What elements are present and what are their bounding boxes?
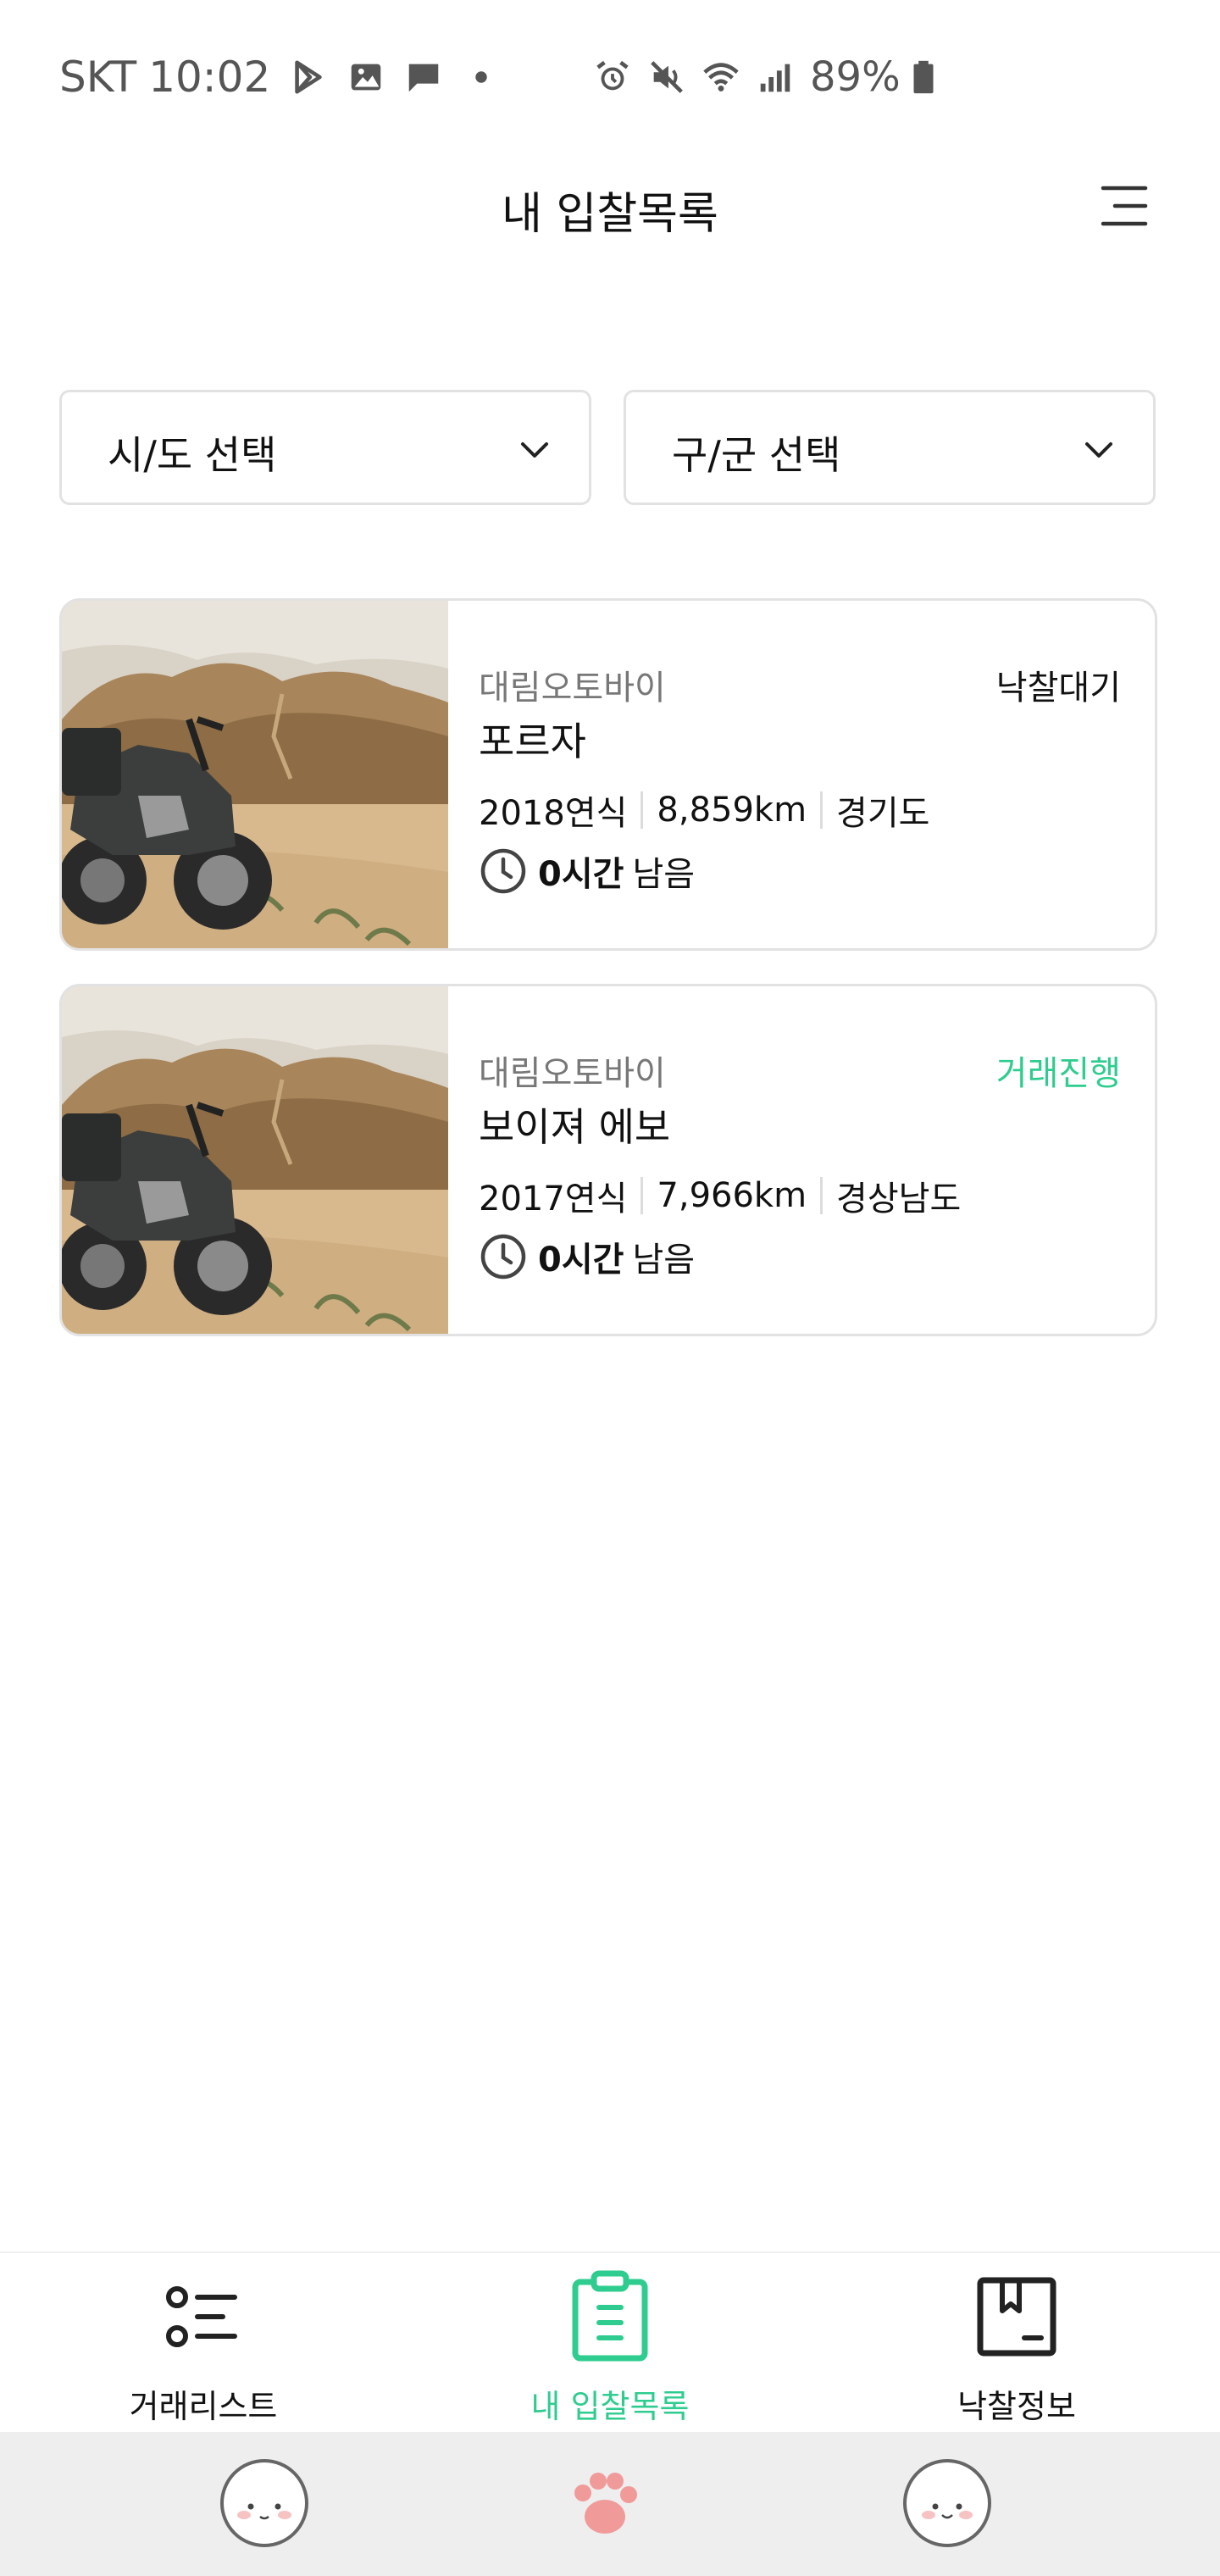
district-select-label: 구/군 선택	[672, 432, 841, 478]
system-nav-bar	[0, 2432, 1220, 2576]
time-remaining-suffix: 남음	[632, 855, 696, 894]
signal-icon	[756, 58, 795, 97]
model-year: 2018연식	[479, 794, 628, 833]
page-title: 내 입찰목록	[502, 189, 718, 240]
status-bar: SKT 10:02 89%	[0, 0, 1220, 144]
bottom-nav: 거래리스트 내 입찰목록 낙찰정보	[0, 2251, 1220, 2434]
carrier-label: SKT	[59, 53, 137, 102]
face-left-icon[interactable]	[214, 2451, 315, 2552]
model-name: 포르자	[479, 719, 586, 764]
time-remaining-suffix: 남음	[632, 1241, 696, 1280]
hamburger-menu-icon[interactable]	[1093, 176, 1152, 236]
motorcycle-photo	[62, 601, 448, 948]
chevron-down-icon	[516, 431, 553, 469]
nav-item-trade-list[interactable]: 거래리스트	[0, 2253, 407, 2434]
battery-icon	[904, 58, 943, 97]
status-badge: 거래진행	[995, 1054, 1121, 1093]
battery-percent: 89%	[810, 53, 901, 101]
divider	[640, 791, 644, 829]
time-remaining: 0시간 남음	[479, 1232, 695, 1281]
nav-label: 내 입찰목록	[530, 2388, 690, 2425]
app-header: 내 입찰목록	[0, 144, 1220, 288]
paw-icon[interactable]	[554, 2451, 656, 2552]
dealer-name: 대림오토바이	[479, 669, 666, 708]
status-bar-left: SKT 10:02	[59, 47, 501, 107]
region: 경기도	[836, 794, 930, 833]
district-select[interactable]: 구/군 선택	[624, 390, 1156, 505]
chevron-down-icon	[1080, 431, 1117, 469]
message-icon	[404, 58, 443, 97]
listing-info: 대림오토바이 낙찰대기 포르자 2018연식 8,859km 경기도 0시간 남…	[479, 601, 1155, 948]
listing-card[interactable]: 대림오토바이 낙찰대기 포르자 2018연식 8,859km 경기도 0시간 남…	[59, 598, 1157, 951]
mileage: 7,966km	[657, 1176, 807, 1215]
specs-row: 2018연식 8,859km 경기도	[479, 786, 929, 835]
nav-label: 낙찰정보	[957, 2388, 1076, 2425]
list-icon	[157, 2270, 250, 2363]
divider	[820, 1177, 824, 1214]
city-select-label: 시/도 선택	[108, 432, 277, 478]
dot-icon	[462, 58, 501, 97]
nav-item-my-bids[interactable]: 내 입찰목록	[407, 2253, 813, 2434]
gallery-icon	[347, 58, 385, 97]
nav-label: 거래리스트	[129, 2388, 278, 2425]
city-select[interactable]: 시/도 선택	[59, 390, 591, 505]
dealer-name: 대림오토바이	[479, 1054, 666, 1093]
listing-card[interactable]: 대림오토바이 거래진행 보이져 에보 2017연식 7,966km 경상남도 0…	[59, 984, 1157, 1336]
alarm-icon	[593, 58, 632, 97]
nav-item-won-info[interactable]: 낙찰정보	[813, 2253, 1220, 2434]
face-right-icon[interactable]	[896, 2451, 998, 2552]
time-remaining-value: 0시간	[538, 855, 624, 894]
play-store-icon	[289, 58, 328, 97]
clock-icon	[479, 847, 528, 896]
status-bar-right: 89%	[593, 47, 943, 107]
time-remaining-value: 0시간	[538, 1241, 624, 1280]
region: 경상남도	[836, 1180, 962, 1219]
listing-info: 대림오토바이 거래진행 보이져 에보 2017연식 7,966km 경상남도 0…	[479, 986, 1155, 1334]
clock-time: 10:02	[148, 53, 271, 102]
motorcycle-photo	[62, 986, 448, 1334]
specs-row: 2017연식 7,966km 경상남도	[479, 1171, 961, 1220]
divider	[820, 791, 824, 829]
model-name: 보이져 에보	[479, 1104, 671, 1150]
mileage: 8,859km	[657, 791, 807, 830]
bookmark-icon	[970, 2270, 1063, 2363]
model-year: 2017연식	[479, 1180, 628, 1219]
time-remaining: 0시간 남음	[479, 847, 695, 896]
divider	[640, 1177, 644, 1214]
mute-icon	[647, 58, 686, 97]
status-badge: 낙찰대기	[995, 669, 1121, 708]
clipboard-icon	[563, 2270, 657, 2363]
clock-icon	[479, 1232, 528, 1281]
wifi-icon	[702, 58, 740, 97]
